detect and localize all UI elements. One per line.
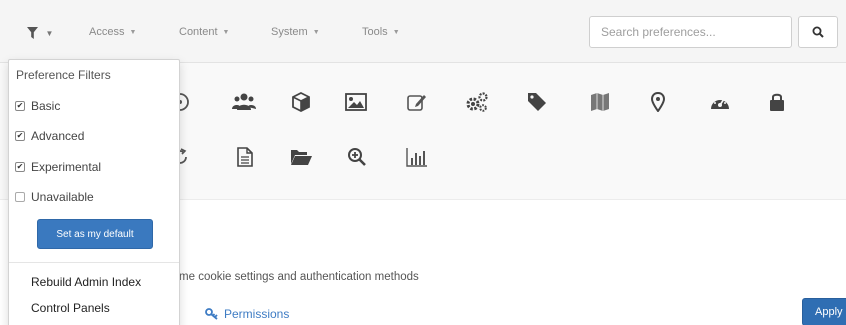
nav-access-label: Access [89,26,125,38]
preference-filter-button[interactable]: ▼ [14,21,66,45]
chevron-down-icon: ▼ [45,28,54,38]
permissions-link[interactable]: Permissions [205,307,289,321]
dropdown-header: Preference Filters [16,68,111,82]
nav-content-label: Content [179,26,218,38]
image-icon[interactable] [344,90,368,114]
nav-system[interactable]: System ▼ [271,26,320,38]
filter-advanced-checkbox[interactable]: ✔ Advanced [15,129,84,143]
chevron-down-icon: ▼ [312,28,320,36]
apply-button[interactable]: Apply [802,298,846,325]
dashboard-icon[interactable] [708,90,732,114]
chevron-down-icon: ▼ [392,28,400,36]
filter-basic-checkbox[interactable]: ✔ Basic [15,99,60,113]
map-icon[interactable] [588,90,612,114]
permissions-label: Permissions [224,307,290,321]
control-panels-item[interactable]: Control Panels [31,301,110,315]
set-as-default-button[interactable]: Set as my default [37,219,153,249]
filter-unavailable-label: Unavailable [31,190,94,204]
nav-system-label: System [271,26,308,38]
nav-content[interactable]: Content ▼ [179,26,229,38]
cube-icon[interactable] [289,90,313,114]
search-preferences-input[interactable] [589,16,792,48]
key-icon [205,308,218,320]
search-icon [812,26,824,38]
chevron-down-icon: ▼ [222,28,230,36]
checkbox-checked-icon[interactable]: ✔ [15,162,25,172]
folder-open-icon[interactable] [289,145,313,169]
admin-toolbar: ▼ Access ▼ Content ▼ System ▼ Tools ▼ [0,0,846,63]
search-button[interactable] [798,16,838,48]
preference-filters-dropdown: Preference Filters ✔ Basic ✔ Advanced ✔ … [8,59,180,325]
nav-tools[interactable]: Tools ▼ [362,26,400,38]
file-text-icon[interactable] [233,145,257,169]
checkbox-unchecked-icon[interactable] [15,192,25,202]
chevron-down-icon: ▼ [129,28,137,36]
edit-icon[interactable] [405,90,429,114]
filter-icon [26,27,38,39]
nav-tools-label: Tools [362,26,388,38]
preference-description: r me cookie settings and authentication … [172,271,419,283]
filter-basic-label: Basic [31,99,61,113]
map-marker-icon[interactable] [646,90,670,114]
lock-icon[interactable] [765,90,789,114]
filter-experimental-label: Experimental [31,160,102,174]
users-icon[interactable] [232,90,256,114]
checkbox-checked-icon[interactable]: ✔ [15,101,25,111]
filter-experimental-checkbox[interactable]: ✔ Experimental [15,160,101,174]
cogs-icon[interactable] [465,90,489,114]
filter-advanced-label: Advanced [31,129,85,143]
nav-access[interactable]: Access ▼ [89,26,136,38]
dropdown-divider [9,262,179,263]
bar-chart-icon[interactable] [405,145,429,169]
checkbox-checked-icon[interactable]: ✔ [15,131,25,141]
filter-unavailable-checkbox[interactable]: Unavailable [15,190,94,204]
rebuild-admin-index-item[interactable]: Rebuild Admin Index [31,275,141,289]
zoom-in-icon[interactable] [345,145,369,169]
tag-icon[interactable] [525,90,549,114]
